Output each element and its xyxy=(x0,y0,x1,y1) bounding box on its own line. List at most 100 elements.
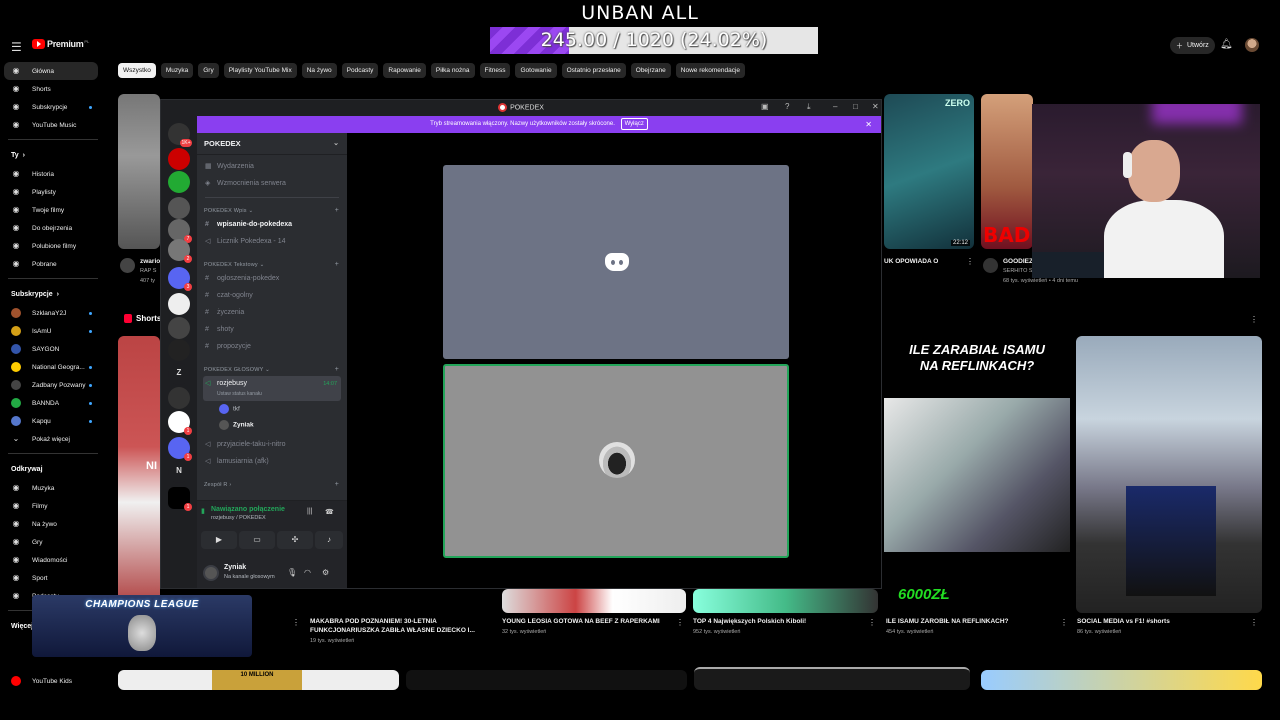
server-icon[interactable]: N xyxy=(168,461,190,483)
sidebar-section-heading[interactable]: Subskrypcje › xyxy=(0,284,110,304)
sidebar-item[interactable]: ◉ Subskrypcje xyxy=(0,98,110,116)
channel-item[interactable]: ◁ Licznik Pokedexa - 14 xyxy=(203,234,341,250)
sidebar-item[interactable]: ◉ Do obejrzenia xyxy=(0,219,110,237)
short-title[interactable]: MAKABRA POD POZNANIEM! 30-LETNIA xyxy=(310,618,437,626)
sidebar-item[interactable]: BANNDA xyxy=(0,394,110,412)
more-options-icon[interactable]: ⋮ xyxy=(1060,618,1068,627)
soundboard-button[interactable]: ♪ xyxy=(315,531,343,549)
participant-tile[interactable] xyxy=(443,165,789,359)
category-header[interactable]: POKEDEX Tekstowy ⌄ + xyxy=(204,261,339,268)
filter-chip[interactable]: Fitness xyxy=(479,63,511,78)
server-icon[interactable]: 1 xyxy=(168,487,192,511)
channel-item[interactable]: # shoty xyxy=(203,322,341,338)
more-options-icon[interactable]: ⋮ xyxy=(1250,618,1258,627)
screen-share-button[interactable]: ▭ xyxy=(239,531,275,549)
headphones-icon[interactable]: ◠ xyxy=(304,568,311,577)
filter-chip[interactable]: Playlisty YouTube Mix xyxy=(223,63,297,78)
connection-channel[interactable]: rozjebusy / POKEDEX xyxy=(211,515,266,521)
sidebar-item[interactable]: ◉ Playlisty xyxy=(0,183,110,201)
channel-item[interactable]: ◁ przyjaciele-taku-i-nitro xyxy=(203,437,341,453)
short-thumbnail[interactable] xyxy=(502,589,686,613)
sidebar-section-heading[interactable]: Ty › xyxy=(0,145,110,165)
plus-icon[interactable]: + xyxy=(335,366,339,373)
close-icon[interactable]: ✕ xyxy=(872,102,879,111)
channel-avatar[interactable] xyxy=(120,258,135,273)
sidebar-item[interactable]: ⌄ Pokaż więcej xyxy=(0,430,110,448)
plus-icon[interactable]: + xyxy=(335,207,339,214)
video-title[interactable]: zwario xyxy=(140,258,160,266)
sidebar-item[interactable]: ◉ Główna xyxy=(4,62,98,80)
server-icon[interactable]: 7 xyxy=(168,219,192,243)
voice-user[interactable]: tkf xyxy=(219,404,240,414)
voice-user[interactable]: Zyniak xyxy=(219,420,254,430)
short-thumbnail[interactable] xyxy=(693,589,878,613)
category-header[interactable]: POKEDEX Wpis ⌄ + xyxy=(204,207,339,214)
filter-chip[interactable]: Gotowanie xyxy=(515,63,557,78)
sidebar-item[interactable]: ◉ Muzyka xyxy=(0,479,110,497)
sidebar-item[interactable]: ◉ Na żywo xyxy=(0,515,110,533)
inbox-icon[interactable]: ▣ xyxy=(761,102,769,111)
sidebar-item[interactable]: Zadbany Pozwany xyxy=(0,376,110,394)
video-thumbnail[interactable] xyxy=(981,670,1262,690)
sidebar-item[interactable]: ◉ Filmy xyxy=(0,497,110,515)
close-icon[interactable]: ✕ xyxy=(865,116,872,133)
menu-icon[interactable]: ☰ xyxy=(11,40,22,54)
short-thumbnail[interactable] xyxy=(1076,336,1262,613)
minimize-icon[interactable]: – xyxy=(833,102,837,111)
video-thumbnail[interactable] xyxy=(694,667,970,690)
sidebar-item[interactable]: Kapqu xyxy=(0,412,110,430)
filter-chip[interactable]: Wszystko xyxy=(118,63,156,78)
camera-button[interactable]: ▶︎ xyxy=(201,531,237,549)
video-thumbnail[interactable]: ZERO 22:12 xyxy=(884,94,974,249)
sidebar-item[interactable]: ◉ Wiadomości xyxy=(0,551,110,569)
disable-streamer-mode-button[interactable]: Wyłącz xyxy=(620,118,648,130)
channel-avatar[interactable] xyxy=(983,258,998,273)
avatar[interactable] xyxy=(1245,38,1259,52)
server-icon[interactable] xyxy=(168,197,190,219)
category-header[interactable]: POKEDEX GŁOSOWY ⌄ + xyxy=(204,366,339,373)
help-icon[interactable]: ? xyxy=(785,102,789,111)
short-title[interactable]: SOCIAL MEDIA vs F1! #shorts xyxy=(1077,618,1170,626)
server-icon[interactable]: 1K+ xyxy=(168,123,192,147)
bell-icon[interactable]: 🔔︎ xyxy=(1220,39,1233,50)
sidebar-item[interactable]: SAYGON xyxy=(0,340,110,358)
channel-item[interactable]: # wpisanie-do-pokedexa xyxy=(203,217,341,233)
filter-chip[interactable]: Piłka nożna xyxy=(430,63,475,78)
more-options-icon[interactable]: ⋮ xyxy=(292,618,300,627)
sidebar-item[interactable]: YouTube Kids xyxy=(0,672,110,690)
filter-chip[interactable]: Na żywo xyxy=(301,63,337,78)
settings-icon[interactable]: ⚙ xyxy=(322,568,329,577)
sidebar-item[interactable]: ◉ Historia xyxy=(0,165,110,183)
server-icon[interactable]: 1 xyxy=(168,437,192,461)
filter-chip[interactable]: Nowe rekomendacje xyxy=(675,63,746,78)
server-icon[interactable] xyxy=(168,317,190,339)
filter-chip[interactable]: Podcasty xyxy=(341,63,379,78)
more-options-icon[interactable]: ⋮ xyxy=(1250,315,1258,324)
noise-suppression-icon[interactable]: ||| xyxy=(307,508,312,515)
video-channel[interactable]: SERHITO S xyxy=(1003,268,1033,274)
server-icon[interactable]: 3 xyxy=(168,267,192,291)
more-options-icon[interactable]: ⋮ xyxy=(676,618,684,627)
microphone-icon[interactable]: 🎙︎ xyxy=(287,568,297,577)
filter-chip[interactable]: Gry xyxy=(198,63,219,78)
short-thumbnail[interactable]: NI xyxy=(118,336,160,613)
more-options-icon[interactable]: ⋮ xyxy=(868,618,876,627)
boosts-item[interactable]: ◈ Wzmocnienia serwera xyxy=(203,176,341,192)
video-title[interactable]: UK OPOWIADA O xyxy=(884,258,964,266)
channel-item[interactable]: ◁ lamusiarnia (afk) xyxy=(203,454,341,470)
server-icon[interactable] xyxy=(168,148,190,170)
filter-chip[interactable]: Muzyka xyxy=(160,63,194,78)
user-avatar[interactable] xyxy=(203,565,219,581)
server-icon[interactable]: Z xyxy=(168,363,190,385)
short-title[interactable]: YOUNG LEOSIA GOTOWA NA BEEF Z RAPERKAMI xyxy=(502,618,660,626)
filter-chip[interactable]: Rapowanie xyxy=(383,63,426,78)
participant-tile-speaking[interactable] xyxy=(443,364,789,558)
channel-item[interactable]: # życzenia xyxy=(203,305,341,321)
disconnect-icon[interactable]: ☎ xyxy=(325,508,334,516)
connection-status[interactable]: Nawiązano połączenie xyxy=(211,506,285,513)
server-icon[interactable]: 1 xyxy=(168,411,192,435)
plus-icon[interactable]: + xyxy=(335,481,339,488)
sidebar-item[interactable]: ◉ Sport xyxy=(0,569,110,587)
video-thumbnail[interactable]: 10 MILLION xyxy=(118,670,399,690)
plus-icon[interactable]: + xyxy=(335,261,339,268)
